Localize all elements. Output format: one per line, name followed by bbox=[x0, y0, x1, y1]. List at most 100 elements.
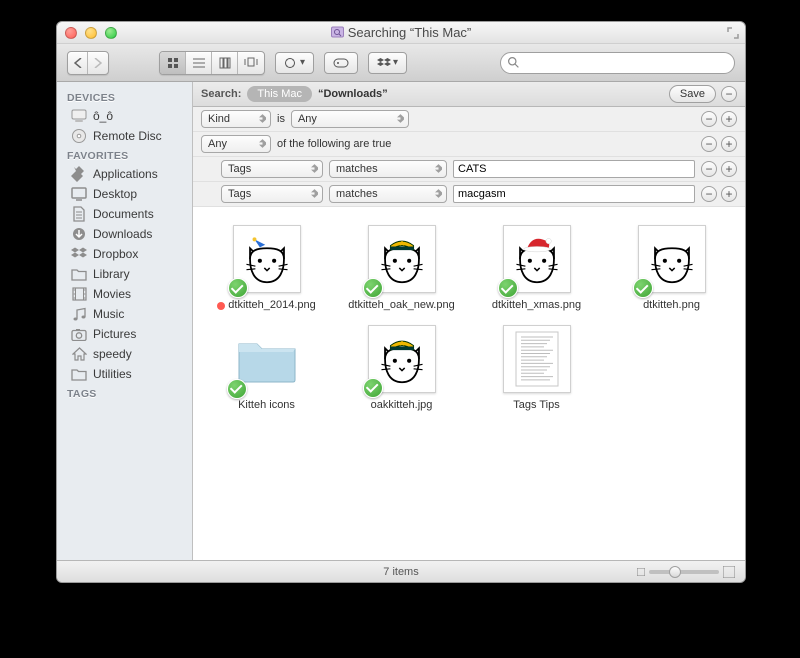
synced-badge-icon bbox=[363, 378, 383, 398]
file-name: Kitteh icons bbox=[207, 399, 327, 413]
criteria-row-2: Any of the following are true −+ bbox=[193, 132, 745, 157]
search-field-container bbox=[417, 52, 735, 74]
column-view-button[interactable] bbox=[212, 52, 238, 74]
synced-badge-icon bbox=[498, 278, 518, 298]
file-item[interactable]: dtkitteh.png bbox=[604, 225, 739, 313]
add-criteria-button[interactable]: + bbox=[721, 136, 737, 152]
file-thumbnail bbox=[503, 225, 571, 293]
list-view-button[interactable] bbox=[186, 52, 212, 74]
criteria-attribute-select[interactable]: Kind bbox=[201, 110, 271, 128]
remove-search-button[interactable]: − bbox=[721, 86, 737, 102]
criteria-group-label: of the following are true bbox=[277, 138, 391, 150]
sidebar-item-label: Music bbox=[93, 307, 124, 321]
icon-view-button[interactable] bbox=[160, 52, 186, 74]
mac-icon bbox=[71, 108, 87, 124]
search-scope-bar: Search: This Mac “Downloads” Save − bbox=[193, 82, 745, 107]
remove-criteria-button[interactable]: − bbox=[701, 161, 717, 177]
nav-buttons bbox=[67, 51, 109, 75]
icon-size-slider[interactable] bbox=[637, 566, 735, 578]
sidebar-item-label: Desktop bbox=[93, 187, 137, 201]
criteria-value-select[interactable]: Any bbox=[291, 110, 409, 128]
sidebar: DEVICES ô_ô Remote Disc FAVORITES Applic… bbox=[57, 82, 193, 560]
sidebar-item-applications[interactable]: Applications bbox=[57, 164, 192, 184]
icon-grid[interactable]: dtkitteh_2014.png A dtkitteh_oak_new.png… bbox=[193, 207, 745, 560]
scope-downloads[interactable]: “Downloads” bbox=[318, 88, 388, 100]
titlebar[interactable]: Searching “This Mac” bbox=[57, 22, 745, 44]
sidebar-item-label: Documents bbox=[93, 207, 154, 221]
sidebar-item-music[interactable]: Music bbox=[57, 304, 192, 324]
sidebar-item-label: Library bbox=[93, 267, 130, 281]
criteria-is-label: is bbox=[277, 113, 285, 125]
remove-criteria-button[interactable]: − bbox=[701, 136, 717, 152]
folder-icon bbox=[71, 266, 87, 282]
movies-icon bbox=[71, 286, 87, 302]
zoom-large-icon bbox=[723, 566, 735, 578]
desktop-icon bbox=[71, 186, 87, 202]
file-item[interactable]: dtkitteh_2014.png bbox=[199, 225, 334, 313]
file-item[interactable]: A oakkitteh.jpg bbox=[334, 325, 469, 413]
save-search-button[interactable]: Save bbox=[669, 85, 716, 103]
remove-criteria-button[interactable]: − bbox=[701, 111, 717, 127]
file-name: dtkitteh_2014.png bbox=[207, 299, 327, 313]
sidebar-item-remote-disc[interactable]: Remote Disc bbox=[57, 126, 192, 146]
action-menu-button[interactable]: ▾ bbox=[275, 52, 314, 74]
sidebar-item-home[interactable]: speedy bbox=[57, 344, 192, 364]
dropbox-menu-button[interactable]: ▾ bbox=[368, 52, 407, 74]
criteria-value-input[interactable] bbox=[453, 185, 695, 203]
sidebar-item-pictures[interactable]: Pictures bbox=[57, 324, 192, 344]
criteria-operator-select[interactable]: matches bbox=[329, 160, 447, 178]
sidebar-item-label: speedy bbox=[93, 347, 132, 361]
scope-this-mac[interactable]: This Mac bbox=[247, 86, 312, 102]
pictures-icon bbox=[71, 326, 87, 342]
sidebar-item-desktop[interactable]: Desktop bbox=[57, 184, 192, 204]
sidebar-item-label: Pictures bbox=[93, 327, 136, 341]
toolbar: ▾ ▾ bbox=[57, 44, 745, 82]
back-button[interactable] bbox=[68, 52, 88, 74]
file-item[interactable]: dtkitteh_xmas.png bbox=[469, 225, 604, 313]
forward-button[interactable] bbox=[88, 52, 108, 74]
minimize-button[interactable] bbox=[85, 27, 97, 39]
criteria-row-3: Tags matches −+ bbox=[193, 157, 745, 182]
add-criteria-button[interactable]: + bbox=[721, 111, 737, 127]
file-item[interactable]: A dtkitteh_oak_new.png bbox=[334, 225, 469, 313]
search-input[interactable] bbox=[500, 52, 735, 74]
sidebar-item-label: Utilities bbox=[93, 367, 132, 381]
dropbox-icon bbox=[71, 246, 87, 262]
criteria-operator-select[interactable]: matches bbox=[329, 185, 447, 203]
file-item[interactable]: Tags Tips bbox=[469, 325, 604, 413]
sidebar-item-label: ô_ô bbox=[93, 109, 113, 123]
view-mode-buttons bbox=[159, 51, 265, 75]
sidebar-item-documents[interactable]: Documents bbox=[57, 204, 192, 224]
sidebar-item-movies[interactable]: Movies bbox=[57, 284, 192, 304]
file-name: oakkitteh.jpg bbox=[342, 399, 462, 413]
close-button[interactable] bbox=[65, 27, 77, 39]
synced-badge-icon bbox=[227, 379, 247, 399]
sidebar-item-utilities[interactable]: Utilities bbox=[57, 364, 192, 384]
status-bar: 7 items bbox=[57, 560, 745, 582]
file-item[interactable]: Kitteh icons bbox=[199, 325, 334, 413]
file-thumbnail bbox=[638, 225, 706, 293]
sidebar-section-devices: DEVICES bbox=[57, 88, 192, 106]
criteria-attribute-select[interactable]: Tags bbox=[221, 160, 323, 178]
sidebar-item-library[interactable]: Library bbox=[57, 264, 192, 284]
coverflow-view-button[interactable] bbox=[238, 52, 264, 74]
fullscreen-button[interactable] bbox=[727, 27, 739, 39]
zoom-button[interactable] bbox=[105, 27, 117, 39]
criteria-attribute-select[interactable]: Tags bbox=[221, 185, 323, 203]
main-pane: Search: This Mac “Downloads” Save − Kind… bbox=[193, 82, 745, 560]
sidebar-item-label: Remote Disc bbox=[93, 129, 162, 143]
file-thumbnail: A bbox=[368, 225, 436, 293]
remove-criteria-button[interactable]: − bbox=[701, 186, 717, 202]
tag-menu-button[interactable] bbox=[324, 52, 358, 74]
sidebar-item-downloads[interactable]: Downloads bbox=[57, 224, 192, 244]
criteria-row-1: Kind is Any −+ bbox=[193, 107, 745, 132]
file-name: Tags Tips bbox=[477, 399, 597, 413]
add-criteria-button[interactable]: + bbox=[721, 161, 737, 177]
add-criteria-button[interactable]: + bbox=[721, 186, 737, 202]
home-icon bbox=[71, 346, 87, 362]
criteria-value-input[interactable] bbox=[453, 160, 695, 178]
sidebar-item-mac[interactable]: ô_ô bbox=[57, 106, 192, 126]
sidebar-item-dropbox[interactable]: Dropbox bbox=[57, 244, 192, 264]
criteria-group-select[interactable]: Any bbox=[201, 135, 271, 153]
zoom-small-icon bbox=[637, 568, 645, 576]
